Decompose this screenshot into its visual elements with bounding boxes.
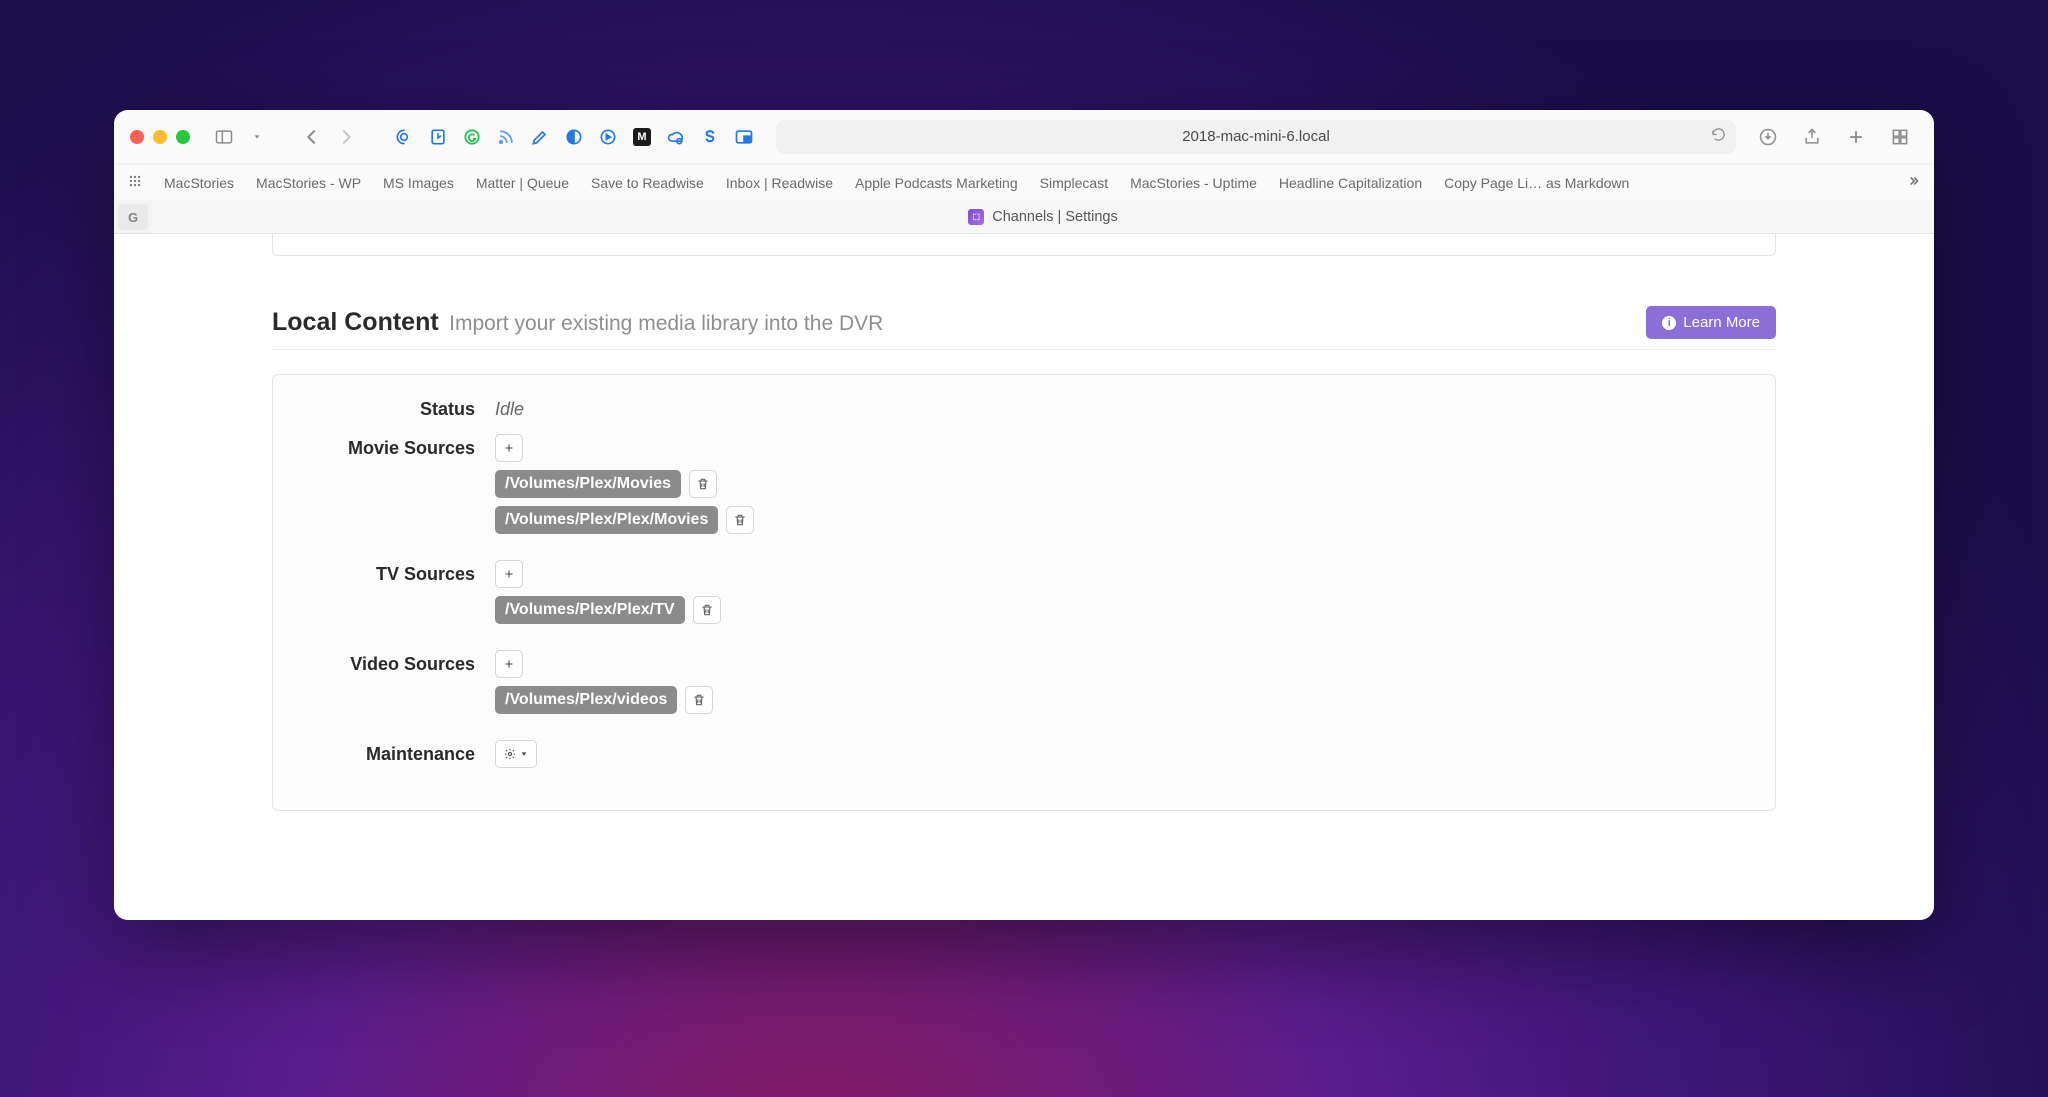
- caret-down-icon: [520, 750, 528, 758]
- zoom-window-icon[interactable]: [176, 130, 190, 144]
- section-title-wrap: Local Content Import your existing media…: [272, 308, 883, 337]
- tab-row: G ⬚ Channels | Settings: [114, 200, 1934, 234]
- traffic-lights: [130, 130, 190, 144]
- close-window-icon[interactable]: [130, 130, 144, 144]
- section-header: Local Content Import your existing media…: [272, 306, 1776, 350]
- ext-bookmark-icon[interactable]: [426, 125, 450, 149]
- ext-darkmode-icon[interactable]: [562, 125, 586, 149]
- reload-icon[interactable]: [1711, 127, 1726, 146]
- maintenance-label: Maintenance: [295, 740, 495, 765]
- pinned-tab-icon[interactable]: G: [118, 204, 148, 230]
- ext-streaming-icon[interactable]: [392, 125, 416, 149]
- browser-window: M 2018-mac-mini-6.local MacStories MacSt…: [114, 110, 1934, 920]
- maintenance-row: Maintenance: [295, 740, 1753, 768]
- local-content-card: Status Idle Movie Sources /Volumes/Plex/…: [272, 374, 1776, 811]
- ext-grammarly-icon[interactable]: [460, 125, 484, 149]
- source-path: /Volumes/Plex/Plex/TV: [495, 596, 685, 624]
- delete-source-button[interactable]: [689, 470, 717, 498]
- delete-source-button[interactable]: [685, 686, 713, 714]
- bookmark-item[interactable]: MS Images: [383, 175, 454, 191]
- address-bar[interactable]: 2018-mac-mini-6.local: [776, 120, 1736, 154]
- ext-rss-icon[interactable]: [494, 125, 518, 149]
- status-value: Idle: [495, 395, 524, 420]
- tab-favicon-icon: ⬚: [968, 209, 984, 225]
- toolbar: M 2018-mac-mini-6.local: [114, 110, 1934, 164]
- movie-sources-label: Movie Sources: [295, 434, 495, 459]
- delete-source-button[interactable]: [693, 596, 721, 624]
- tv-sources-row: TV Sources /Volumes/Plex/Plex/TV: [295, 560, 1753, 624]
- tab-overview-icon[interactable]: [1888, 125, 1912, 149]
- video-sources-row: Video Sources /Volumes/Plex/videos: [295, 650, 1753, 714]
- ext-m-badge-icon[interactable]: M: [630, 125, 654, 149]
- bookmarks-grid-icon[interactable]: [128, 174, 142, 191]
- bookmarks-bar: MacStories MacStories - WP MS Images Mat…: [114, 164, 1934, 200]
- info-icon: i: [1662, 316, 1676, 330]
- bookmark-item[interactable]: MacStories - Uptime: [1130, 175, 1257, 191]
- ext-cloud-icon[interactable]: [664, 125, 688, 149]
- ext-play-icon[interactable]: [596, 125, 620, 149]
- video-source-item: /Volumes/Plex/videos: [495, 686, 713, 714]
- source-path: /Volumes/Plex/videos: [495, 686, 677, 714]
- maintenance-menu-button[interactable]: [495, 740, 537, 768]
- bookmark-item[interactable]: Copy Page Li… as Markdown: [1444, 175, 1629, 191]
- learn-more-button[interactable]: i Learn More: [1646, 306, 1776, 339]
- tv-sources-label: TV Sources: [295, 560, 495, 585]
- status-row: Status Idle: [295, 395, 1753, 420]
- bookmark-item[interactable]: MacStories: [164, 175, 234, 191]
- bookmark-item[interactable]: Save to Readwise: [591, 175, 704, 191]
- tv-source-item: /Volumes/Plex/Plex/TV: [495, 596, 721, 624]
- tab-group-chevron-icon[interactable]: [246, 125, 270, 149]
- add-tv-source-button[interactable]: [495, 560, 523, 588]
- sidebar-toggle-icon[interactable]: [212, 125, 236, 149]
- gear-icon: [504, 748, 516, 760]
- tab-title: Channels | Settings: [992, 209, 1117, 225]
- downloads-icon[interactable]: [1756, 125, 1780, 149]
- learn-more-label: Learn More: [1683, 314, 1760, 331]
- section-title: Local Content: [272, 308, 439, 336]
- bookmark-item[interactable]: Matter | Queue: [476, 175, 569, 191]
- section-subtitle: Import your existing media library into …: [449, 312, 883, 335]
- page-content: Local Content Import your existing media…: [114, 234, 1934, 920]
- bookmark-item[interactable]: Headline Capitalization: [1279, 175, 1422, 191]
- source-path: /Volumes/Plex/Movies: [495, 470, 681, 498]
- bookmark-item[interactable]: Apple Podcasts Marketing: [855, 175, 1018, 191]
- movie-sources-row: Movie Sources /Volumes/Plex/Movies /Volu…: [295, 434, 1753, 534]
- delete-source-button[interactable]: [726, 506, 754, 534]
- status-label: Status: [295, 395, 495, 420]
- back-button[interactable]: [300, 125, 324, 149]
- movie-source-item: /Volumes/Plex/Movies: [495, 470, 717, 498]
- minimize-window-icon[interactable]: [153, 130, 167, 144]
- new-tab-icon[interactable]: [1844, 125, 1868, 149]
- ext-pip-icon[interactable]: [732, 125, 756, 149]
- bookmark-item[interactable]: MacStories - WP: [256, 175, 361, 191]
- toolbar-right: [1756, 125, 1918, 149]
- add-video-source-button[interactable]: [495, 650, 523, 678]
- ext-highlighter-icon[interactable]: [528, 125, 552, 149]
- active-tab[interactable]: ⬚ Channels | Settings: [152, 200, 1934, 233]
- bookmarks-overflow-icon[interactable]: [1906, 174, 1920, 191]
- share-icon[interactable]: [1800, 125, 1824, 149]
- ext-s-icon[interactable]: [698, 125, 722, 149]
- source-path: /Volumes/Plex/Plex/Movies: [495, 506, 718, 534]
- forward-button[interactable]: [334, 125, 358, 149]
- previous-card-bottom: [272, 234, 1776, 256]
- address-text: 2018-mac-mini-6.local: [1182, 128, 1330, 145]
- add-movie-source-button[interactable]: [495, 434, 523, 462]
- bookmark-item[interactable]: Inbox | Readwise: [726, 175, 833, 191]
- bookmark-item[interactable]: Simplecast: [1040, 175, 1108, 191]
- movie-source-item: /Volumes/Plex/Plex/Movies: [495, 506, 754, 534]
- video-sources-label: Video Sources: [295, 650, 495, 675]
